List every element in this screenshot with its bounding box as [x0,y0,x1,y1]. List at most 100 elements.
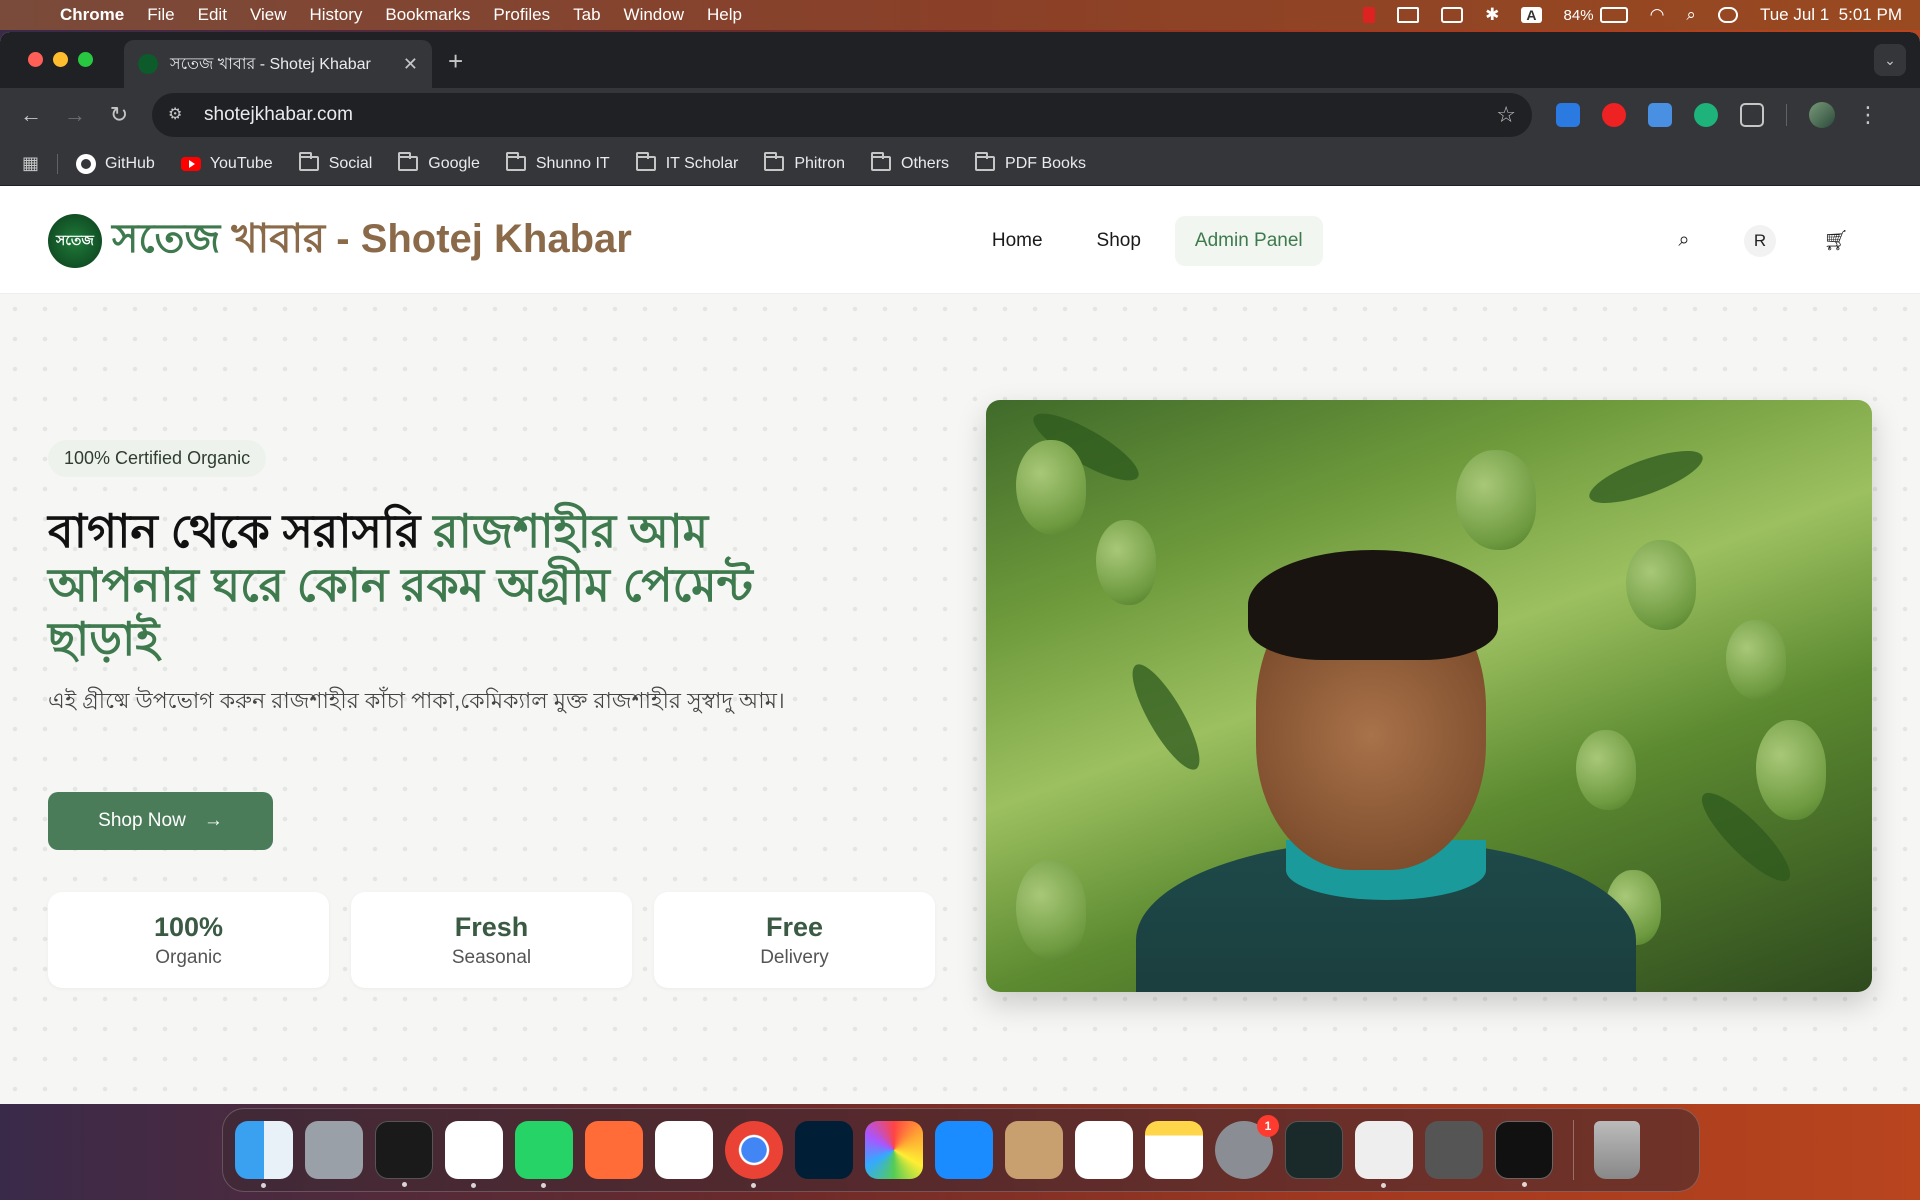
calculator-icon[interactable] [1425,1121,1483,1179]
minimize-window-button[interactable] [53,52,68,67]
bookmark-folder-google[interactable]: Google [398,152,480,173]
screen-mirroring-icon[interactable] [1441,7,1464,23]
record-icon[interactable] [1363,7,1376,23]
running-indicator [471,1183,476,1188]
macos-dock: 1 [222,1108,1700,1192]
bookmark-youtube[interactable]: YouTube [180,155,273,173]
url-text[interactable]: shotejkhabar.com [204,104,353,126]
leaf-shape [1121,656,1211,778]
brand-name[interactable]: সতেজ খাবার - Shotej Khabar [112,207,632,274]
reminders-icon[interactable] [1075,1121,1133,1179]
system-settings-icon[interactable]: 1 [1215,1115,1279,1179]
bookmark-star-icon[interactable]: ☆ [1496,102,1516,128]
close-tab-icon[interactable]: ✕ [403,54,418,75]
terminal-alt-icon[interactable] [1495,1121,1553,1187]
menu-help[interactable]: Help [707,5,742,25]
extension-refresh-icon[interactable] [1694,103,1718,127]
site-logo[interactable]: সতেজ [48,213,102,268]
hero-title: বাগান থেকে সরাসরি রাজশাহীর আম আপনার ঘরে … [48,504,868,666]
menu-tab[interactable]: Tab [573,5,600,25]
site-favicon-icon [138,54,158,74]
nav-shop[interactable]: Shop [1077,216,1161,266]
chrome-window: সতেজ খাবার - Shotej Khabar ✕ + ⌄ ← → ↻ ⚙… [0,32,1920,1104]
menu-bookmarks[interactable]: Bookmarks [385,5,470,25]
bookmark-folder-social[interactable]: Social [298,152,372,173]
search-icon[interactable]: ⌕ [1668,225,1700,257]
spotlight-search-icon[interactable]: ⌕ [1686,5,1696,25]
chrome-menu-icon[interactable]: ⋮ [1857,102,1879,128]
close-window-button[interactable] [28,52,43,67]
reload-button[interactable]: ↻ [102,98,136,132]
bluetooth-icon[interactable]: ✱ [1485,5,1499,25]
control-center-icon[interactable] [1717,7,1738,23]
extension-fi-icon[interactable] [1556,103,1580,127]
bookmark-folder-it-scholar[interactable]: IT Scholar [635,152,738,173]
bookmark-label: Phitron [794,154,846,172]
extension-adblock-icon[interactable] [1602,103,1626,127]
chrome-icon[interactable] [725,1121,783,1188]
notification-badge: 1 [1257,1115,1279,1137]
menubar-status-area: ✱ A 84% ◠ ⌕ Tue Jul 1 5:01 PM [1363,5,1902,25]
display-icon[interactable] [1397,7,1420,23]
finder-icon[interactable] [235,1121,293,1188]
cart-icon[interactable]: 🛒︎ [1820,225,1852,257]
bookmark-folder-shunno-it[interactable]: Shunno IT [505,152,610,173]
forward-button[interactable]: → [58,98,92,132]
shop-now-label: Shop Now [98,810,186,831]
zoom-window-button[interactable] [78,52,93,67]
back-button[interactable]: ← [14,98,48,132]
trash-icon[interactable] [1594,1121,1640,1179]
running-indicator [751,1183,756,1188]
disk-utility-icon[interactable] [1355,1121,1413,1188]
stat-value: 100% [153,911,224,942]
vscode-icon[interactable] [445,1121,503,1188]
nav-home[interactable]: Home [972,216,1063,266]
user-avatar[interactable]: R [1744,224,1776,257]
folder-icon [635,152,656,171]
wifi-icon[interactable]: ◠ [1650,5,1665,25]
menubar-clock[interactable]: Tue Jul 1 5:01 PM [1760,5,1902,25]
menu-app-name[interactable]: Chrome [60,5,124,25]
battery-percent: 84% [1563,6,1594,24]
battery-icon[interactable] [1599,7,1628,23]
nav-admin-panel[interactable]: Admin Panel [1174,215,1323,266]
photos-icon[interactable] [865,1121,923,1179]
postman-icon[interactable] [585,1121,643,1179]
bookmark-folder-phitron[interactable]: Phitron [764,152,846,173]
extensions-puzzle-icon[interactable] [1740,103,1764,127]
notes-icon[interactable] [1145,1121,1203,1179]
menu-history[interactable]: History [309,5,362,25]
input-source-badge[interactable]: A [1521,7,1542,23]
photoshop-icon[interactable] [795,1121,853,1179]
menu-edit[interactable]: Edit [198,5,227,25]
menu-view[interactable]: View [250,5,287,25]
contacts-icon[interactable] [1005,1121,1063,1179]
whatsapp-icon[interactable] [515,1121,573,1188]
bookmark-folder-others[interactable]: Others [871,152,949,173]
profile-avatar[interactable] [1809,102,1835,128]
terminal-icon[interactable] [375,1121,433,1187]
apps-grid-icon[interactable]: ▦ [22,153,39,174]
menu-profiles[interactable]: Profiles [493,5,550,25]
mango-fruit [1576,730,1636,810]
extension-docs-icon[interactable] [1648,103,1672,127]
new-tab-button[interactable]: + [448,46,463,77]
address-bar[interactable]: ⚙ shotejkhabar.com ☆ [152,93,1532,137]
folder-icon [398,152,419,171]
running-indicator [261,1183,266,1188]
menu-file[interactable]: File [147,5,174,25]
apple-menu-icon[interactable] [18,5,36,25]
shop-now-button[interactable]: Shop Now → [48,792,273,850]
site-settings-icon[interactable]: ⚙ [168,104,190,126]
activity-monitor-icon[interactable] [1285,1121,1343,1179]
tab-search-chevron-icon[interactable]: ⌄ [1874,44,1906,76]
bookmark-folder-pdf-books[interactable]: PDF Books [975,152,1086,173]
app-store-icon[interactable] [935,1121,993,1179]
leaf-shape [1583,440,1709,514]
active-tab[interactable]: সতেজ খাবার - Shotej Khabar ✕ [124,40,432,88]
bookmark-github[interactable]: GitHub [76,153,155,174]
running-indicator [1381,1183,1386,1188]
menu-window[interactable]: Window [624,5,684,25]
launchpad-icon[interactable] [305,1121,363,1179]
mongodb-compass-icon[interactable] [655,1121,713,1179]
